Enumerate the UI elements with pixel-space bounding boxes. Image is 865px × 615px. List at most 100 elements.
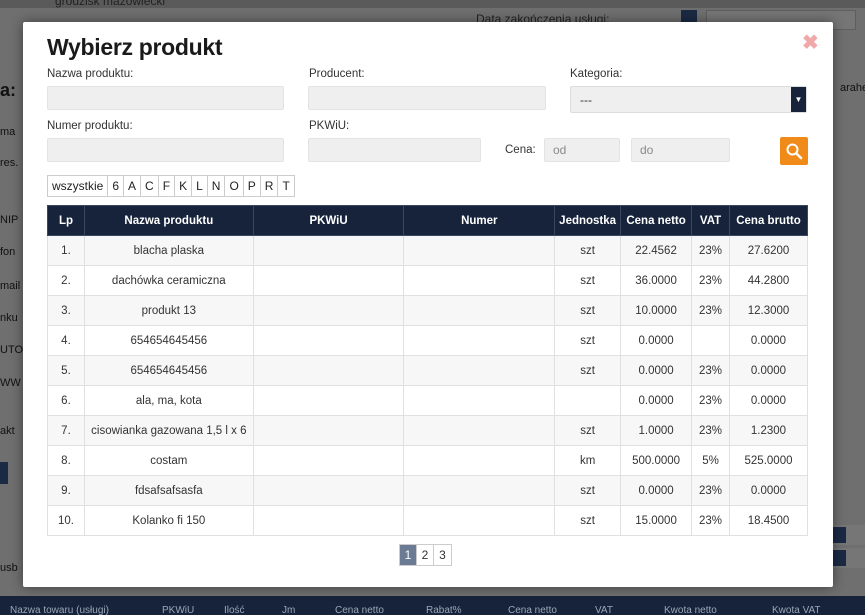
column-header-pkwiu: PKWiU — [252, 205, 405, 236]
cell-unit: szt — [554, 355, 622, 386]
category-select[interactable]: --- ▼ — [570, 86, 807, 113]
cell-pkwiu — [252, 295, 405, 326]
search-button[interactable] — [780, 137, 808, 165]
cell-number — [403, 325, 556, 356]
background-column-header: Cena netto — [335, 605, 384, 615]
background-left-label: UTO — [0, 344, 24, 356]
cell-vat: 23% — [691, 265, 730, 296]
cell-vat: 23% — [691, 355, 730, 386]
background-left-label: mail — [0, 280, 21, 292]
cell-number — [403, 415, 556, 446]
background-column-header: Nazwa towaru (usługi) — [10, 605, 109, 615]
cell-unit: szt — [554, 415, 622, 446]
table-row[interactable]: 4. 654654645456 szt 0.0000 0.0000 — [47, 325, 808, 356]
price-from-input[interactable] — [544, 138, 620, 162]
cell-product-name: blacha plaska — [83, 235, 254, 266]
table-row[interactable]: 3. produkt 13 szt 10.0000 23% 12.3000 — [47, 295, 808, 326]
background-left-heading: a: — [0, 80, 17, 100]
cell-lp: 5. — [47, 355, 85, 386]
table-row[interactable]: 5. 654654645456 szt 0.0000 23% 0.0000 — [47, 355, 808, 386]
background-left-label: fon — [0, 246, 16, 258]
pkwiu-input[interactable] — [308, 138, 481, 162]
cell-pkwiu — [252, 445, 405, 476]
cell-lp: 6. — [47, 385, 85, 416]
cell-number — [403, 475, 556, 506]
column-header-gross-price: Cena brutto — [729, 205, 808, 236]
letter-filter-item[interactable]: F — [159, 176, 176, 196]
product-number-label: Numer produktu: — [47, 120, 133, 132]
producer-input[interactable] — [308, 86, 546, 110]
price-to-input[interactable] — [631, 138, 730, 162]
background-column-header: Kwota VAT — [772, 605, 821, 615]
background-left-label: res. — [0, 157, 19, 169]
table-row[interactable]: 1. blacha plaska szt 22.4562 23% 27.6200 — [47, 235, 808, 266]
letter-filter-item[interactable]: T — [278, 176, 293, 196]
letter-filter-item[interactable]: R — [261, 176, 279, 196]
background-column-header: VAT — [595, 605, 613, 615]
table-row[interactable]: 6. ala, ma, kota 0.0000 23% 0.0000 — [47, 385, 808, 416]
chevron-down-icon[interactable]: ▼ — [791, 87, 806, 112]
letter-filter-item[interactable]: A — [124, 176, 142, 196]
letter-filter-item[interactable]: K — [175, 176, 193, 196]
background-right-button — [832, 527, 846, 543]
letter-filter-item[interactable]: L — [192, 176, 208, 196]
cell-vat: 23% — [691, 505, 730, 536]
cell-pkwiu — [252, 475, 405, 506]
cell-vat: 5% — [691, 445, 730, 476]
page-button[interactable]: 2 — [417, 545, 434, 565]
table-row[interactable]: 9. fdsafsafsasfa szt 0.0000 23% 0.0000 — [47, 475, 808, 506]
column-header-number: Numer — [403, 205, 556, 236]
page-button[interactable]: 1 — [400, 545, 417, 565]
cell-pkwiu — [252, 385, 405, 416]
cell-number — [403, 295, 556, 326]
cell-lp: 9. — [47, 475, 85, 506]
cell-lp: 10. — [47, 505, 85, 536]
background-right-label: arahen — [840, 82, 865, 94]
page-button[interactable]: 3 — [434, 545, 451, 565]
cell-vat — [691, 325, 730, 356]
cell-gross-price: 0.0000 — [729, 385, 808, 416]
cell-number — [403, 355, 556, 386]
table-row[interactable]: 10. Kolanko fi 150 szt 15.0000 23% 18.4500 — [47, 505, 808, 536]
cell-lp: 7. — [47, 415, 85, 446]
cell-unit — [554, 385, 622, 416]
cell-net-price: 0.0000 — [620, 355, 693, 386]
table-row[interactable]: 8. costam km 500.0000 5% 525.0000 — [47, 445, 808, 476]
cell-pkwiu — [252, 355, 405, 386]
letter-filter: wszystkie 6 A C F K L N O P R T — [47, 175, 295, 197]
select-product-modal: Wybierz produkt ✖ Nazwa produktu: Produc… — [23, 22, 833, 587]
product-number-input[interactable] — [47, 138, 284, 162]
modal-title: Wybierz produkt — [47, 34, 223, 60]
cell-gross-price: 0.0000 — [729, 325, 808, 356]
letter-filter-all[interactable]: wszystkie — [48, 176, 109, 196]
cell-gross-price: 44.2800 — [729, 265, 808, 296]
product-name-label: Nazwa produktu: — [47, 68, 134, 80]
cell-gross-price: 525.0000 — [729, 445, 808, 476]
letter-filter-item[interactable]: C — [141, 176, 159, 196]
table-row[interactable]: 2. dachówka ceramiczna szt 36.0000 23% 44.280… — [47, 265, 808, 296]
background-city-field: grodzisk mazowiecki — [55, 0, 166, 8]
letter-filter-item[interactable]: 6 — [108, 176, 125, 196]
background-left-label: akt — [0, 425, 15, 437]
cell-product-name: produkt 13 — [83, 295, 254, 326]
cell-number — [403, 235, 556, 266]
cell-net-price: 0.0000 — [620, 325, 693, 356]
cell-net-price: 1.0000 — [620, 415, 693, 446]
product-name-input[interactable] — [47, 86, 284, 110]
cell-gross-price: 18.4500 — [729, 505, 808, 536]
letter-filter-item[interactable]: P — [244, 176, 261, 196]
letter-filter-item[interactable]: N — [208, 176, 226, 196]
cell-pkwiu — [252, 265, 405, 296]
close-icon[interactable]: ✖ — [802, 33, 819, 53]
cell-number — [403, 505, 556, 536]
cell-net-price: 36.0000 — [620, 265, 693, 296]
price-label: Cena: — [505, 144, 536, 156]
letter-filter-item[interactable]: O — [225, 176, 244, 196]
background-column-header: PKWiU — [162, 605, 195, 615]
cell-product-name: cisowianka gazowana 1,5 l x 6 — [83, 415, 254, 446]
cell-number — [403, 385, 556, 416]
cell-unit: szt — [554, 505, 622, 536]
column-header-vat: VAT — [691, 205, 730, 236]
background-column-header: Ilość — [224, 605, 245, 615]
table-row[interactable]: 7. cisowianka gazowana 1,5 l x 6 szt 1.0000… — [47, 415, 808, 446]
